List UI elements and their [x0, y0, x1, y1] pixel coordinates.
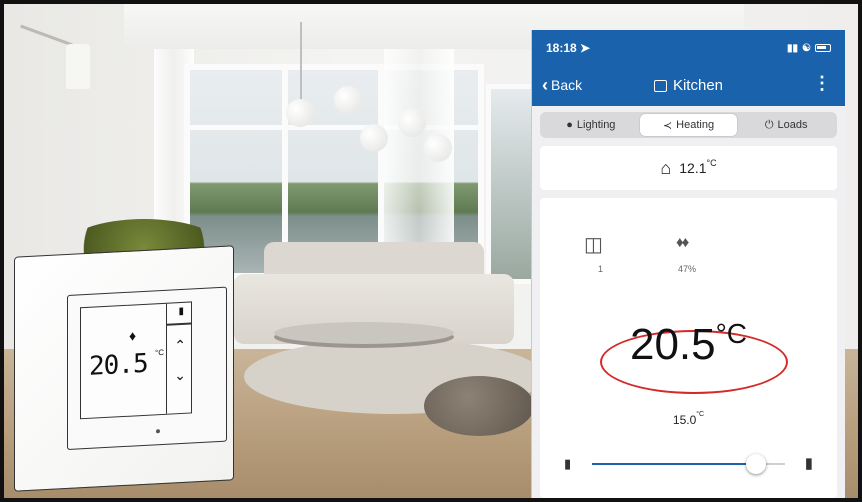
kebab-menu-icon[interactable]: ⋮	[813, 74, 831, 92]
humidity-drops-icon: ♦♦	[676, 234, 689, 251]
room-name: Kitchen	[672, 77, 724, 94]
tab-heating[interactable]: ≺ Heating	[639, 114, 738, 136]
thermometer-low-icon: ▮	[564, 456, 572, 471]
battery-icon	[815, 44, 831, 52]
heating-control-card: ◫ 1 ♦♦ 47% 20.5°C 15.0°C ▮ ▮	[540, 198, 837, 498]
thermostat-faceplate: ▮ ♦ 20.5 °C ⌃ ⌄	[67, 286, 227, 450]
pouf-photo	[424, 376, 534, 436]
tab-lighting-label: Lighting	[576, 119, 616, 131]
house-thermometer-icon: ⌂	[660, 157, 672, 178]
outdoor-temperature: 12.1°C	[679, 158, 717, 176]
thermostat-display: ▮ ♦ 20.5 °C ⌃ ⌄	[80, 301, 192, 420]
photo-frame: ▮ ♦ 20.5 °C ⌃ ⌄ 18:18 ➤ ▮▮ ☯ ‹ Back Kitc…	[0, 0, 862, 502]
thermostat-device: ▮ ♦ 20.5 °C ⌃ ⌄	[14, 245, 234, 492]
status-bar: 18:18 ➤ ▮▮ ☯	[532, 30, 845, 66]
signal-icon: ▮▮	[787, 42, 799, 54]
tab-loads[interactable]: ⏻ Loads	[737, 114, 835, 136]
wall-lamp-photo	[66, 44, 90, 89]
tab-bar: ● Lighting ≺ Heating ⏻ Loads	[540, 112, 837, 138]
device-thermometer-icon: ▮	[178, 305, 184, 318]
power-icon: ⏻	[764, 118, 774, 131]
humidity-value: 47%	[678, 264, 697, 274]
nav-bar: ‹ Back Kitchen ⋮	[532, 66, 845, 106]
device-led	[156, 429, 160, 434]
window-icon: ◫	[584, 234, 603, 256]
phone-app: 18:18 ➤ ▮▮ ☯ ‹ Back Kitchen ⋮ ● Lighting	[531, 30, 845, 498]
device-down-arrow-icon: ⌄	[174, 366, 186, 384]
device-temperature: 20.5	[89, 348, 148, 382]
outdoor-temperature-card: ⌂ 12.1°C	[540, 146, 837, 190]
page-title: Kitchen	[532, 77, 845, 94]
status-time: 18:18 ➤	[546, 41, 591, 55]
tab-heating-label: Heating	[676, 119, 715, 131]
thermometer-high-icon: ▮	[804, 455, 813, 472]
device-up-arrow-icon: ⌃	[174, 336, 186, 354]
device-drop-icon: ♦	[129, 327, 137, 344]
setpoint-temperature: 20.5°C	[629, 318, 748, 369]
room-icon	[653, 79, 667, 92]
slider-value: 15.0°C	[672, 411, 705, 427]
wifi-icon: ☯	[802, 42, 811, 54]
slider-knob[interactable]	[746, 454, 767, 474]
tab-loads-label: Loads	[777, 119, 808, 131]
bulb-icon: ●	[566, 119, 573, 131]
window-count: 1	[598, 264, 604, 274]
location-arrow-icon: ➤	[580, 41, 591, 55]
temperature-slider[interactable]: ▮ ▮	[564, 454, 813, 474]
tab-lighting[interactable]: ● Lighting	[542, 114, 640, 136]
coffee-table-photo	[274, 322, 454, 344]
device-unit: °C	[155, 347, 164, 358]
thermometer-icon: ≺	[662, 119, 673, 132]
slider-track[interactable]	[592, 454, 785, 474]
slider-fill	[592, 463, 757, 465]
